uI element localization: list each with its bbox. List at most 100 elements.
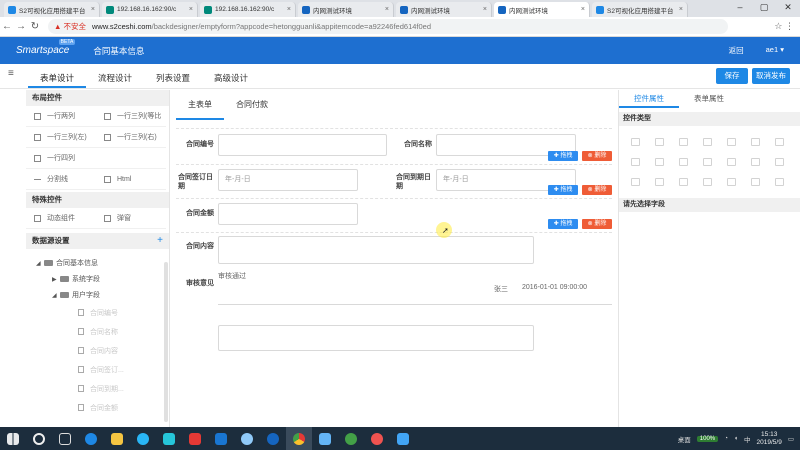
control-type-glyph — [774, 178, 784, 186]
network-icon[interactable]: ◔ — [724, 435, 728, 442]
amount-input[interactable] — [218, 203, 358, 225]
insecure-indicator[interactable]: ▲ 不安全 — [54, 21, 86, 32]
divider — [0, 88, 800, 89]
wechat-icon[interactable] — [338, 427, 364, 450]
clock[interactable]: 15:13 2019/5/9 — [757, 431, 782, 447]
tree-field[interactable]: 合同到期... — [26, 379, 169, 398]
control-one-row-three-right[interactable]: 一行三列(右) — [96, 127, 166, 148]
task-view-icon[interactable] — [52, 427, 78, 450]
tab-list-settings[interactable]: 列表设置 — [144, 66, 202, 88]
content-textarea[interactable] — [218, 236, 534, 264]
browser-tab[interactable]: 内网测试环境 × — [298, 2, 394, 17]
url-input[interactable]: ▲ 不安全 www.s2ceshi.com /backdesigner/empt… — [48, 19, 728, 34]
close-tab-icon[interactable]: × — [91, 6, 95, 13]
browser-tab[interactable]: 内网测试环境 × — [494, 2, 590, 17]
delete-button[interactable]: ⊗ 删除 — [582, 185, 612, 195]
control-dynamic-component[interactable]: 动态组件 — [26, 208, 96, 229]
app-icon[interactable] — [156, 427, 182, 450]
close-tab-icon[interactable]: × — [385, 6, 389, 13]
delete-button[interactable]: ⊗ 删除 — [582, 151, 612, 161]
ie-icon[interactable] — [130, 427, 156, 450]
edge-icon[interactable] — [260, 427, 286, 450]
tree-field[interactable]: 合同编号 — [26, 303, 169, 322]
app-icon[interactable] — [182, 427, 208, 450]
tab-contract-payment[interactable]: 合同付款 — [224, 94, 280, 120]
control-divider[interactable]: 分割线 — [26, 169, 96, 190]
volume-icon[interactable]: ◖ — [734, 435, 738, 442]
back-link[interactable]: 返回 — [729, 45, 744, 56]
close-tab-icon[interactable]: × — [189, 6, 193, 13]
app-icon[interactable] — [312, 427, 338, 450]
app-icon[interactable] — [234, 427, 260, 450]
browser-tab[interactable]: S2可视化应用搭建平台 × — [592, 2, 688, 17]
browser-tab[interactable]: 192.168.16.162:90/c × — [200, 2, 296, 17]
battery-indicator[interactable]: 100% — [696, 435, 719, 442]
delete-button[interactable]: ⊗ 删除 — [582, 219, 612, 229]
tree-field[interactable]: 合同金额 — [26, 398, 169, 417]
drag-button[interactable]: ✚ 拖拽 — [548, 151, 578, 161]
tab-control-properties[interactable]: 控件属性 — [619, 90, 679, 108]
app-icon[interactable] — [208, 427, 234, 450]
notification-icon[interactable]: ▭ — [788, 435, 794, 443]
contract-number-input[interactable] — [218, 134, 387, 156]
browser-tab[interactable]: S2可视化应用搭建平台 × — [4, 2, 100, 17]
tree-field[interactable]: 合同名称 — [26, 322, 169, 341]
tree-field[interactable]: 合同签订... — [26, 360, 169, 379]
tab-main-form[interactable]: 主表单 — [176, 94, 224, 120]
tree-field[interactable]: 合同内容 — [26, 341, 169, 360]
control-html[interactable]: Html — [96, 169, 166, 190]
tab-advanced-design[interactable]: 高级设计 — [202, 66, 260, 88]
browser-tab[interactable]: 192.168.16.162:90/c × — [102, 2, 198, 17]
search-icon[interactable] — [26, 427, 52, 450]
control-type-icon — [767, 172, 791, 192]
close-tab-icon[interactable]: × — [287, 6, 291, 13]
save-button[interactable]: 保存 — [716, 68, 748, 84]
app-icon[interactable] — [390, 427, 416, 450]
unpublish-button[interactable]: 取消发布 — [752, 68, 790, 84]
drag-button[interactable]: ✚ 拖拽 — [548, 219, 578, 229]
back-icon[interactable]: ← — [0, 21, 14, 32]
control-type-icon — [719, 132, 743, 152]
tab-form-design[interactable]: 表单设计 — [28, 66, 87, 88]
control-type-glyph — [702, 158, 712, 166]
tree-node-system[interactable]: ▶ 系统字段 — [26, 271, 169, 287]
desktop-label[interactable]: 桌面 — [678, 434, 691, 444]
drag-button[interactable]: ✚ 拖拽 — [548, 185, 578, 195]
user-menu[interactable]: ae1 ▾ — [766, 45, 784, 56]
minimize-icon[interactable]: – — [728, 0, 752, 17]
url-host: www.s2ceshi.com — [92, 22, 152, 31]
reload-icon[interactable]: ↻ — [28, 21, 42, 32]
close-window-icon[interactable]: ✕ — [776, 0, 800, 17]
folder-icon — [60, 276, 69, 282]
close-tab-icon[interactable]: × — [679, 6, 683, 13]
menu-icon[interactable]: ≡ — [8, 68, 14, 79]
chrome-icon[interactable] — [286, 427, 312, 450]
forward-icon[interactable]: → — [14, 21, 28, 32]
tab-flow-design[interactable]: 流程设计 — [86, 66, 144, 88]
app-icon[interactable] — [78, 427, 104, 450]
browser-tab-title: 内网测试环境 — [509, 7, 548, 15]
ime-indicator[interactable]: 中 — [744, 434, 751, 444]
control-one-row-two-cols[interactable]: 一行两列 — [26, 106, 96, 127]
control-type-icon — [623, 132, 647, 152]
left-scrollbar[interactable] — [164, 262, 168, 422]
close-tab-icon[interactable]: × — [483, 6, 487, 13]
maximize-icon[interactable]: ▢ — [752, 0, 776, 17]
browser-tab[interactable]: 内网测试环境 × — [396, 2, 492, 17]
caret-down-icon: ◢ — [36, 260, 41, 267]
control-one-row-three-left[interactable]: 一行三列(左) — [26, 127, 96, 148]
tab-form-properties[interactable]: 表单属性 — [679, 90, 739, 108]
bookmark-star-icon[interactable]: ☆ ⋮ — [774, 21, 794, 32]
file-explorer-icon[interactable] — [104, 427, 130, 450]
review-textarea[interactable] — [218, 325, 534, 351]
tree-node-user[interactable]: ◢ 用户字段 — [26, 287, 169, 303]
control-one-row-four-cols[interactable]: 一行四列 — [26, 148, 96, 169]
control-popup[interactable]: 弹窗 — [96, 208, 166, 229]
tree-node-root[interactable]: ◢ 合同基本信息 — [26, 255, 169, 271]
sign-date-input[interactable]: 年-月-日 — [218, 169, 358, 191]
app-icon[interactable] — [364, 427, 390, 450]
close-tab-icon[interactable]: × — [581, 6, 585, 13]
control-one-row-three-equal[interactable]: 一行三列(等比 — [96, 106, 166, 127]
add-datasource-button[interactable]: + — [157, 233, 163, 249]
start-icon[interactable] — [0, 427, 26, 450]
